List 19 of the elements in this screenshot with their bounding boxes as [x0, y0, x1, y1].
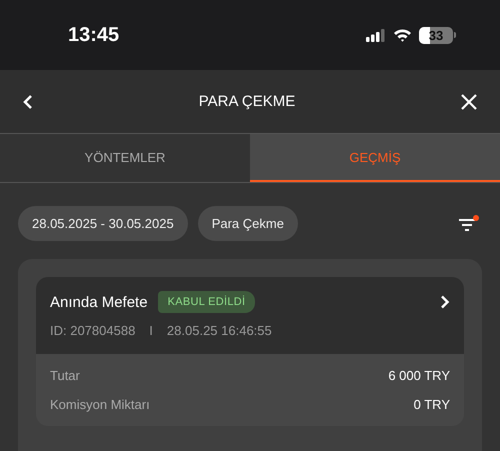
filter-chip[interactable]: Para Çekme — [198, 206, 298, 241]
detail-value: 6 000 TRY — [388, 368, 450, 383]
page-title: PARA ÇEKME — [198, 93, 296, 110]
chevron-right-icon[interactable] — [440, 295, 450, 309]
wifi-icon — [393, 28, 412, 42]
detail-value: 0 TRY — [414, 397, 450, 412]
filter-icon[interactable] — [458, 214, 480, 232]
filter-chip[interactable]: 28.05.2025 - 30.05.2025 — [18, 206, 188, 241]
signal-icon — [366, 28, 386, 42]
status-badge: KABUL EDİLDİ — [158, 291, 256, 313]
status-time: 13:45 — [68, 24, 120, 46]
transaction-datetime: 28.05.25 16:46:55 — [166, 323, 272, 338]
transaction-id: ID: 207804588 — [50, 323, 136, 338]
separator: I — [149, 323, 153, 338]
detail-label: Tutar — [50, 368, 80, 383]
back-button[interactable] — [22, 94, 34, 110]
detail-label: Komisyon Miktarı — [50, 397, 150, 412]
close-button[interactable] — [460, 92, 478, 110]
method-name: Anında Mefete — [50, 294, 148, 310]
